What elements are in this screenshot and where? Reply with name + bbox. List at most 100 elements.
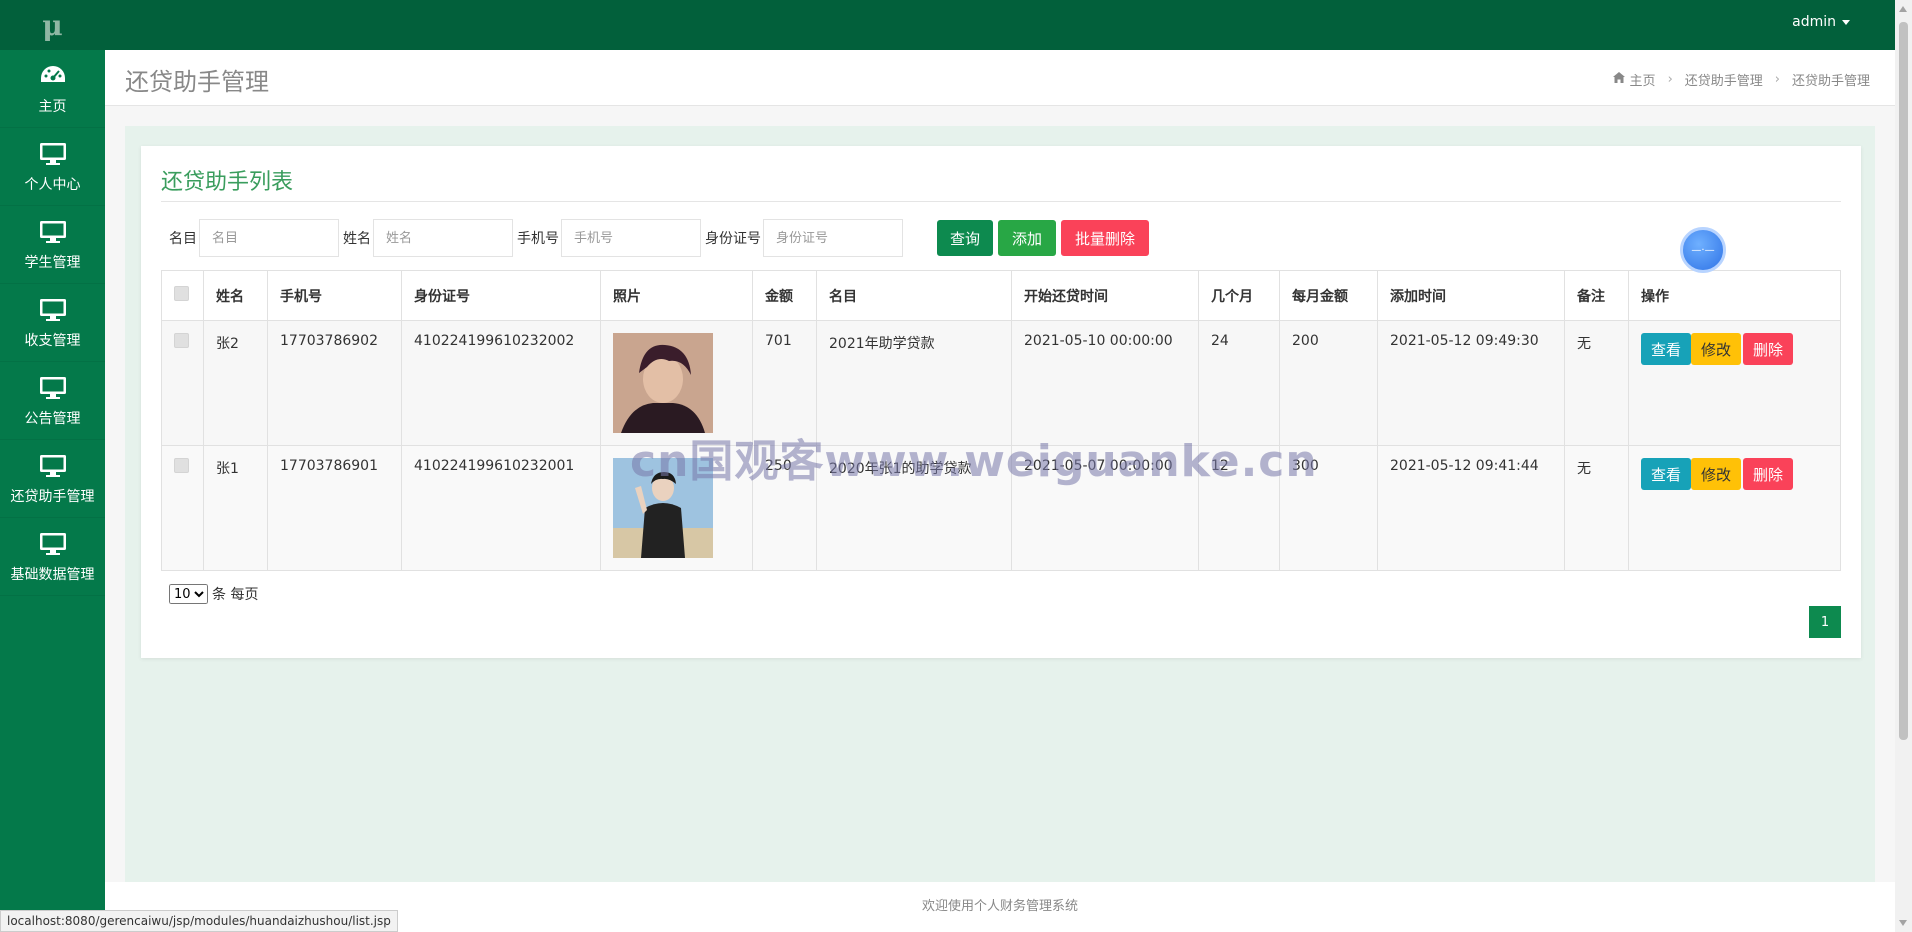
col-header: 备注 — [1564, 270, 1629, 321]
item-input[interactable] — [199, 219, 339, 257]
app-logo: μ — [0, 0, 105, 50]
search-label-item: 名目 — [169, 231, 197, 247]
page-header: 还贷助手管理 主页 › 还贷助手管理 › 还贷助手管理 — [105, 50, 1895, 106]
edit-button[interactable]: 修改 — [1691, 458, 1741, 490]
delete-button[interactable]: 删除 — [1743, 458, 1793, 490]
monitor-icon — [38, 218, 68, 246]
sidebar-item-basic-data[interactable]: 基础数据管理 — [0, 518, 105, 596]
sidebar-item-income-expense[interactable]: 收支管理 — [0, 284, 105, 362]
sidebar-item-label: 基础数据管理 — [10, 566, 95, 583]
col-header: 金额 — [752, 270, 817, 321]
sidebar-item-announcements[interactable]: 公告管理 — [0, 362, 105, 440]
table-header-row: 姓名 手机号 身份证号 照片 金额 名目 开始还贷时间 几个月 每月金额 添加时… — [161, 270, 1841, 321]
view-button[interactable]: 查看 — [1641, 333, 1691, 365]
search-form: 名目 姓名 手机号 身份证号 查询 添加 批量删除 — [169, 218, 1149, 258]
person-photo — [613, 458, 713, 558]
divider — [161, 201, 1841, 202]
col-header: 开始还贷时间 — [1011, 270, 1199, 321]
ellipsis-icon: —·— — [1691, 244, 1715, 256]
search-label-phone: 手机号 — [517, 231, 559, 247]
cell-start-time: 2021-05-10 00:00:00 — [1011, 320, 1199, 446]
cell-actions: 查看 修改 删除 — [1628, 320, 1841, 446]
sidebar-item-label: 个人中心 — [24, 176, 81, 193]
cell-phone: 17703786902 — [267, 320, 402, 446]
col-header: 手机号 — [267, 270, 402, 321]
delete-button[interactable]: 删除 — [1743, 333, 1793, 365]
caret-down-icon — [1842, 19, 1850, 25]
col-header: 姓名 — [203, 270, 268, 321]
page-size-select[interactable]: 10 — [169, 584, 208, 604]
list-panel: 还贷助手列表 名目 姓名 手机号 身份证号 查询 添加 批量删除 — [141, 146, 1861, 658]
sidebar-item-loan-helper[interactable]: 还贷助手管理 — [0, 440, 105, 518]
sidebar: μ 主页 个人中心 学生管理 收支管理 公告管理 还贷助手管理 基础数据管理 — [0, 0, 105, 932]
cell-photo — [600, 445, 753, 571]
batch-delete-button[interactable]: 批量删除 — [1061, 220, 1149, 256]
monitor-icon — [38, 296, 68, 324]
row-actions: 查看 修改 删除 — [1641, 333, 1828, 365]
sidebar-item-label: 收支管理 — [24, 332, 81, 349]
scroll-down-icon[interactable] — [1899, 920, 1907, 926]
breadcrumb-section[interactable]: 还贷助手管理 — [1685, 70, 1763, 89]
page-1-button[interactable]: 1 — [1809, 606, 1841, 638]
cell-name: 张1 — [203, 445, 268, 571]
cell-item: 2020年张1的助学贷款 — [816, 445, 1012, 571]
id-card-input[interactable] — [763, 219, 903, 257]
cell-item: 2021年助学贷款 — [816, 320, 1012, 446]
cell-note: 无 — [1564, 445, 1629, 571]
monitor-icon — [38, 140, 68, 168]
top-navbar: admin — [105, 0, 1895, 50]
view-button[interactable]: 查看 — [1641, 458, 1691, 490]
sidebar-item-personal-center[interactable]: 个人中心 — [0, 128, 105, 206]
search-label-id-card: 身份证号 — [705, 231, 761, 247]
cell-months: 24 — [1198, 320, 1280, 446]
username: admin — [1792, 14, 1836, 30]
sidebar-item-label: 主页 — [38, 98, 67, 115]
col-header: 照片 — [600, 270, 753, 321]
query-button[interactable]: 查询 — [937, 220, 993, 256]
row-actions: 查看 修改 删除 — [1641, 458, 1828, 490]
monitor-icon — [38, 452, 68, 480]
page-size-control: 10 条 每页 — [169, 584, 258, 604]
row-checkbox[interactable] — [174, 458, 189, 473]
chevron-right-icon: › — [1774, 72, 1780, 87]
sidebar-item-label: 公告管理 — [24, 410, 81, 427]
scroll-up-icon[interactable] — [1899, 6, 1907, 12]
cell-monthly-amount: 300 — [1279, 445, 1378, 571]
home-icon — [1612, 72, 1625, 87]
cell-amount: 250 — [752, 445, 817, 571]
row-checkbox[interactable] — [174, 333, 189, 348]
content-area: 还贷助手列表 名目 姓名 手机号 身份证号 查询 添加 批量删除 — [105, 106, 1895, 882]
cell-added-time: 2021-05-12 09:41:44 — [1377, 445, 1565, 571]
page-title: 还贷助手管理 — [125, 68, 269, 96]
sidebar-item-students[interactable]: 学生管理 — [0, 206, 105, 284]
sidebar-item-label: 学生管理 — [24, 254, 81, 271]
floating-assistant-button[interactable]: —·— — [1680, 227, 1726, 273]
vertical-scrollbar[interactable] — [1895, 0, 1912, 932]
status-bar-url: localhost:8080/gerencaiwu/jsp/modules/hu… — [0, 910, 398, 932]
select-all-checkbox[interactable] — [174, 286, 189, 301]
sidebar-item-home[interactable]: 主页 — [0, 50, 105, 128]
name-input[interactable] — [373, 219, 513, 257]
loan-table: 姓名 手机号 身份证号 照片 金额 名目 开始还贷时间 几个月 每月金额 添加时… — [161, 270, 1841, 571]
breadcrumb-current: 还贷助手管理 — [1791, 74, 1870, 89]
phone-input[interactable] — [561, 219, 701, 257]
cell-photo — [600, 320, 753, 446]
person-photo — [613, 333, 713, 433]
row-checkbox-cell — [161, 445, 204, 571]
user-menu[interactable]: admin — [1792, 14, 1850, 30]
col-header: 操作 — [1628, 270, 1841, 321]
search-label-name: 姓名 — [343, 231, 371, 247]
cell-added-time: 2021-05-12 09:49:30 — [1377, 320, 1565, 446]
scrollbar-thumb[interactable] — [1899, 22, 1908, 740]
cell-id-card: 410224199610232001 — [401, 445, 601, 571]
content-background: 还贷助手列表 名目 姓名 手机号 身份证号 查询 添加 批量删除 — [125, 126, 1875, 882]
edit-button[interactable]: 修改 — [1691, 333, 1741, 365]
add-button[interactable]: 添加 — [998, 220, 1056, 256]
cell-actions: 查看 修改 删除 — [1628, 445, 1841, 571]
col-header: 每月金额 — [1279, 270, 1378, 321]
cell-months: 12 — [1198, 445, 1280, 571]
cell-monthly-amount: 200 — [1279, 320, 1378, 446]
select-all-cell — [161, 270, 204, 321]
cell-note: 无 — [1564, 320, 1629, 446]
breadcrumb-home[interactable]: 主页 — [1630, 70, 1656, 89]
